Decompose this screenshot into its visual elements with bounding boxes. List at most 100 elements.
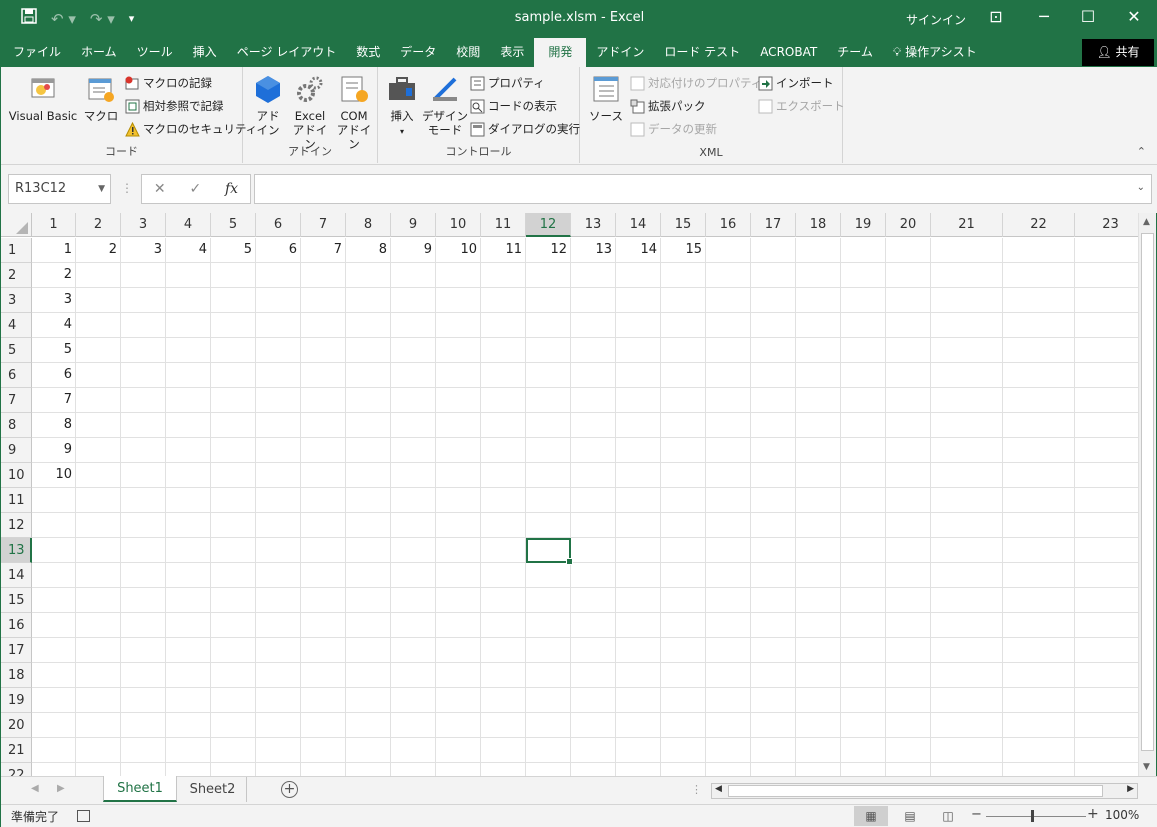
cell[interactable] <box>121 763 166 776</box>
cell[interactable] <box>886 288 931 313</box>
cell[interactable] <box>166 438 211 463</box>
cell[interactable] <box>661 538 706 563</box>
cell[interactable] <box>436 688 481 713</box>
cell[interactable] <box>1075 463 1138 488</box>
cell[interactable] <box>481 288 526 313</box>
cell[interactable] <box>841 238 886 263</box>
cell[interactable] <box>436 638 481 663</box>
cell[interactable] <box>931 413 1003 438</box>
cell[interactable] <box>571 713 616 738</box>
cell[interactable] <box>751 638 796 663</box>
cell[interactable] <box>841 513 886 538</box>
cell[interactable] <box>301 488 346 513</box>
cell[interactable] <box>706 238 751 263</box>
cell[interactable] <box>571 338 616 363</box>
cell[interactable] <box>211 588 256 613</box>
cell[interactable] <box>751 238 796 263</box>
column-header[interactable]: 10 <box>436 213 481 237</box>
cell[interactable] <box>616 488 661 513</box>
cell[interactable] <box>1003 388 1075 413</box>
cell[interactable]: 3 <box>32 288 76 313</box>
cell[interactable] <box>481 388 526 413</box>
column-header[interactable]: 18 <box>796 213 841 237</box>
cell[interactable] <box>256 763 301 776</box>
cell[interactable] <box>256 388 301 413</box>
scroll-up-icon[interactable]: ▲ <box>1143 217 1150 227</box>
cell[interactable] <box>391 613 436 638</box>
cell[interactable] <box>661 563 706 588</box>
cell[interactable] <box>256 663 301 688</box>
cell[interactable] <box>526 663 571 688</box>
column-header[interactable]: 12 <box>526 213 571 237</box>
cell[interactable] <box>301 338 346 363</box>
cell[interactable] <box>256 263 301 288</box>
cell[interactable] <box>391 638 436 663</box>
cell[interactable] <box>436 288 481 313</box>
cell[interactable] <box>886 738 931 763</box>
cell[interactable] <box>436 363 481 388</box>
row-header[interactable]: 4 <box>1 313 32 338</box>
cell[interactable] <box>661 713 706 738</box>
cell[interactable] <box>121 463 166 488</box>
cell[interactable] <box>931 313 1003 338</box>
row-header[interactable]: 9 <box>1 438 32 463</box>
cell[interactable] <box>796 713 841 738</box>
cell[interactable] <box>121 288 166 313</box>
cell[interactable] <box>571 588 616 613</box>
cell[interactable] <box>481 563 526 588</box>
cell[interactable] <box>76 688 121 713</box>
sheet-prev-icon[interactable]: ◀ <box>31 783 39 794</box>
cell[interactable] <box>76 663 121 688</box>
cell[interactable] <box>616 513 661 538</box>
cell[interactable] <box>301 313 346 338</box>
cell[interactable] <box>706 613 751 638</box>
cell[interactable] <box>886 613 931 638</box>
cell[interactable] <box>301 363 346 388</box>
cell[interactable] <box>841 763 886 776</box>
cell[interactable] <box>526 438 571 463</box>
cell[interactable] <box>526 338 571 363</box>
view-code-button[interactable]: コードの表示 <box>470 96 557 116</box>
column-header[interactable]: 19 <box>841 213 886 237</box>
cell[interactable] <box>931 638 1003 663</box>
cell[interactable] <box>166 338 211 363</box>
cell[interactable] <box>841 688 886 713</box>
horizontal-scroll-thumb[interactable] <box>728 785 1103 797</box>
cell[interactable] <box>841 388 886 413</box>
cell[interactable] <box>436 613 481 638</box>
cell[interactable] <box>346 713 391 738</box>
cell[interactable] <box>166 313 211 338</box>
cell[interactable] <box>166 588 211 613</box>
tab-addins[interactable]: アドイン <box>586 38 654 67</box>
tab-developer[interactable]: 開発 <box>534 38 587 67</box>
cell[interactable] <box>841 563 886 588</box>
cell[interactable] <box>706 388 751 413</box>
cell[interactable] <box>751 388 796 413</box>
cell[interactable] <box>886 313 931 338</box>
cell[interactable] <box>391 738 436 763</box>
cell[interactable] <box>436 338 481 363</box>
column-header[interactable]: 2 <box>76 213 121 237</box>
cell[interactable] <box>661 763 706 776</box>
cell[interactable] <box>32 588 76 613</box>
cell[interactable] <box>301 638 346 663</box>
cell[interactable] <box>301 263 346 288</box>
tab-tell-me[interactable]: 💡︎ 操作アシスト <box>883 38 987 67</box>
page-layout-view-icon[interactable]: ▤ <box>893 806 927 826</box>
scroll-right-icon[interactable]: ▶ <box>1127 784 1134 794</box>
cell[interactable] <box>76 438 121 463</box>
cell[interactable] <box>166 538 211 563</box>
name-box-dropdown-icon[interactable]: ▼ <box>98 175 105 203</box>
cell[interactable] <box>391 263 436 288</box>
cell[interactable] <box>32 738 76 763</box>
cell[interactable] <box>796 613 841 638</box>
column-header[interactable]: 1 <box>32 213 76 237</box>
cell[interactable] <box>886 438 931 463</box>
cell[interactable] <box>1075 438 1138 463</box>
cell[interactable] <box>661 463 706 488</box>
cell[interactable] <box>481 263 526 288</box>
cell[interactable] <box>1003 313 1075 338</box>
cell[interactable] <box>301 663 346 688</box>
cell[interactable] <box>211 738 256 763</box>
cell[interactable] <box>346 388 391 413</box>
